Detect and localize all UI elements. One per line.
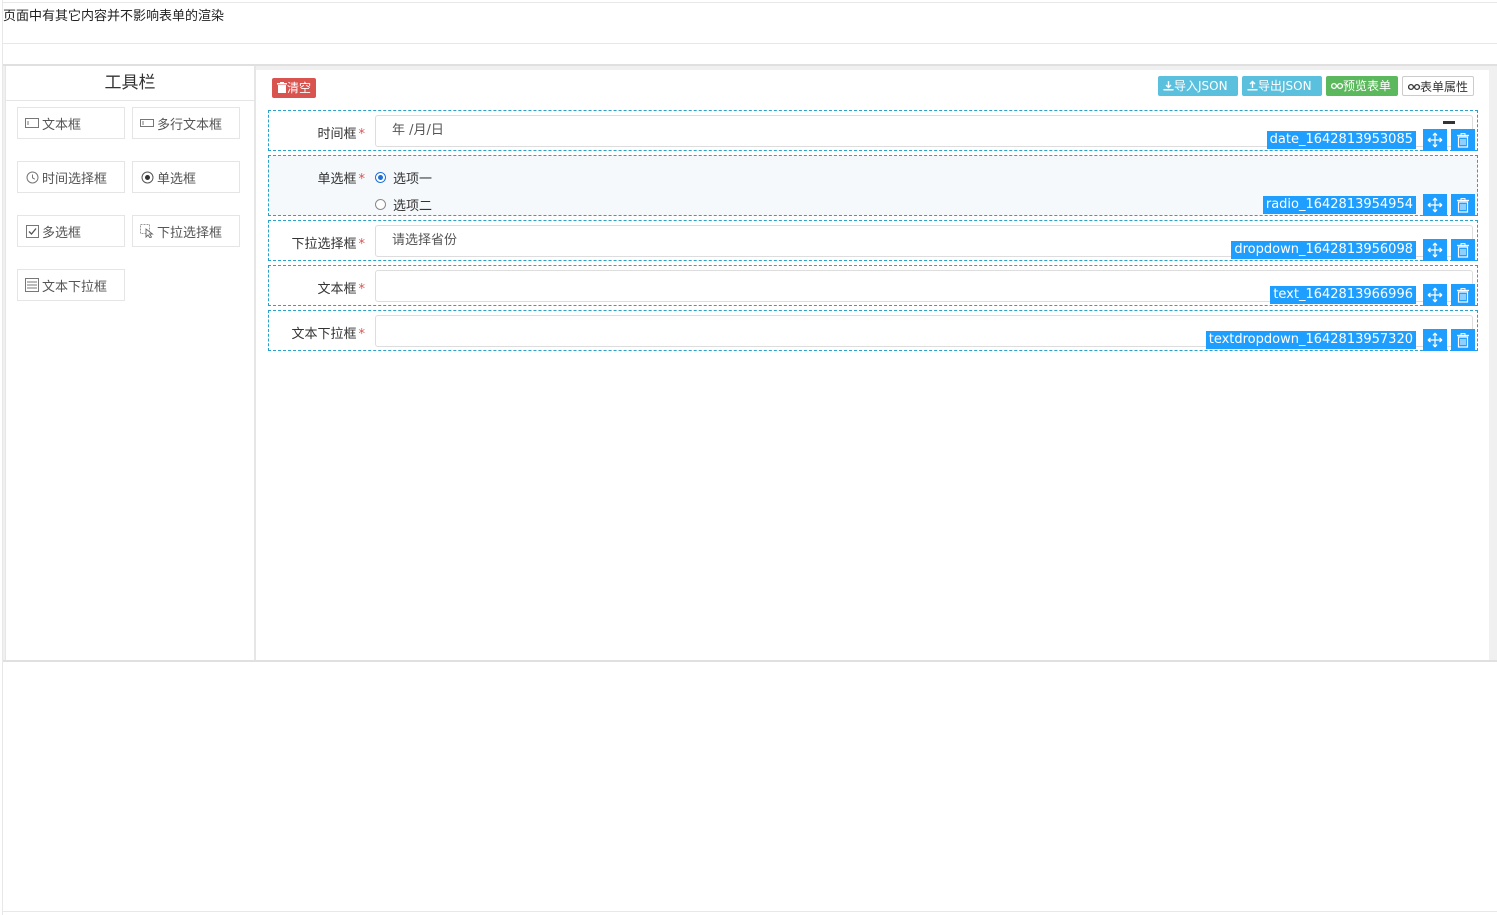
pointer-select-icon (140, 224, 154, 238)
move-arrows-icon (1427, 132, 1443, 148)
page-bottom-border (3, 911, 1497, 912)
export-json-button[interactable]: 导出JSON (1242, 76, 1322, 96)
tool-label: 时间选择框 (42, 171, 108, 187)
radio-option-1[interactable]: 选项一 (375, 168, 432, 187)
field-label: 下拉选择框 * (291, 237, 365, 252)
export-icon (1247, 80, 1258, 91)
clear-label: 清空 (287, 81, 312, 95)
clock-icon (25, 170, 39, 184)
clear-button[interactable]: 清空 (272, 78, 317, 98)
tool-text-input[interactable]: 文本框 (17, 107, 125, 139)
move-button[interactable] (1423, 194, 1447, 216)
preview-form-label: 预览表单 (1343, 79, 1392, 93)
notice-divider (3, 43, 1497, 44)
page-top-border (3, 2, 1497, 3)
move-button[interactable] (1423, 284, 1447, 306)
form-props-button[interactable]: 表单属性 (1402, 76, 1474, 96)
field-id-tag: dropdown_1642813956098 (1231, 241, 1416, 259)
tool-label: 单选框 (157, 171, 197, 187)
page-notice: 页面中有其它内容并不影响表单的渲染 (3, 9, 225, 24)
trash-icon (1457, 197, 1469, 213)
tool-radio[interactable]: 单选框 (132, 161, 240, 193)
form-canvas: 清空 导入JSON 导出JSON 预览表单 表单属性 时间框 * 年 /月/日 d… (256, 70, 1489, 660)
move-button[interactable] (1423, 129, 1447, 151)
import-icon (1163, 81, 1174, 91)
text-input-icon (25, 116, 39, 130)
glasses-icon (1407, 83, 1421, 91)
form-row-date[interactable]: 时间框 * 年 /月/日 date_1642813953085 (268, 110, 1478, 151)
delete-button[interactable] (1451, 329, 1475, 351)
delete-button[interactable] (1451, 194, 1475, 216)
tool-checkbox[interactable]: 多选框 (17, 215, 125, 247)
move-arrows-icon (1427, 332, 1443, 348)
move-button[interactable] (1423, 329, 1447, 351)
glasses-icon (1330, 82, 1344, 90)
field-label: 文本下拉框 * (291, 327, 365, 342)
field-id-tag: text_1642813966996 (1270, 286, 1416, 304)
move-arrows-icon (1427, 242, 1443, 258)
trash-icon (1457, 242, 1469, 258)
delete-button[interactable] (1451, 284, 1475, 306)
tool-label: 下拉选择框 (157, 225, 223, 241)
preview-form-button[interactable]: 预览表单 (1326, 76, 1398, 96)
import-json-button[interactable]: 导入JSON (1158, 76, 1238, 96)
textarea-icon (140, 116, 154, 130)
move-arrows-icon (1427, 287, 1443, 303)
field-id-tag: radio_1642813954954 (1262, 196, 1416, 214)
tool-time-picker[interactable]: 时间选择框 (17, 161, 125, 193)
trash-icon (277, 82, 287, 93)
radio-icon (140, 170, 154, 184)
field-label: 文本框 * (317, 282, 365, 297)
delete-button[interactable] (1451, 239, 1475, 261)
field-id-tag: textdropdown_1642813957320 (1205, 331, 1416, 349)
field-id-tag: date_1642813953085 (1266, 131, 1416, 149)
radio-checked-icon (375, 172, 386, 183)
trash-icon (1457, 332, 1469, 348)
form-props-label: 表单属性 (1420, 80, 1469, 94)
form-row-textdropdown[interactable]: 文本下拉框 * textdropdown_1642813957320 (268, 310, 1478, 351)
trash-icon (1457, 132, 1469, 148)
tool-label: 多行文本框 (157, 117, 223, 133)
tool-label: 多选框 (42, 225, 82, 241)
import-json-label: 导入JSON (1174, 79, 1228, 93)
toolbar-panel: 工具栏 文本框 多行文本框 时间选择框 单选框 多选框 下拉选择框 文本下拉框 (5, 66, 256, 660)
tool-label: 文本下拉框 (42, 279, 108, 295)
toolbar-title: 工具栏 (6, 66, 254, 101)
delete-button[interactable] (1451, 129, 1475, 151)
radio-option-2[interactable]: 选项二 (375, 195, 432, 214)
field-label: 单选框 * (317, 172, 365, 187)
form-designer: 工具栏 文本框 多行文本框 时间选择框 单选框 多选框 下拉选择框 文本下拉框 … (3, 64, 1497, 662)
tool-text-dropdown[interactable]: 文本下拉框 (17, 269, 125, 301)
tool-label: 文本框 (42, 117, 82, 133)
form-row-radio[interactable]: 单选框 * 选项一 选项二 radio_1642813954954 (268, 155, 1478, 216)
trash-icon (1457, 287, 1469, 303)
field-label: 时间框 * (317, 127, 365, 142)
move-arrows-icon (1427, 197, 1443, 213)
tool-dropdown[interactable]: 下拉选择框 (132, 215, 240, 247)
export-json-label: 导出JSON (1258, 79, 1312, 93)
list-dropdown-icon (25, 278, 39, 292)
form-row-text[interactable]: 文本框 * text_1642813966996 (268, 265, 1478, 306)
form-row-dropdown[interactable]: 下拉选择框 * 请选择省份 dropdown_1642813956098 (268, 220, 1478, 261)
checkbox-icon (25, 224, 39, 238)
tool-textarea[interactable]: 多行文本框 (132, 107, 240, 139)
move-button[interactable] (1423, 239, 1447, 261)
radio-unchecked-icon (375, 199, 386, 210)
